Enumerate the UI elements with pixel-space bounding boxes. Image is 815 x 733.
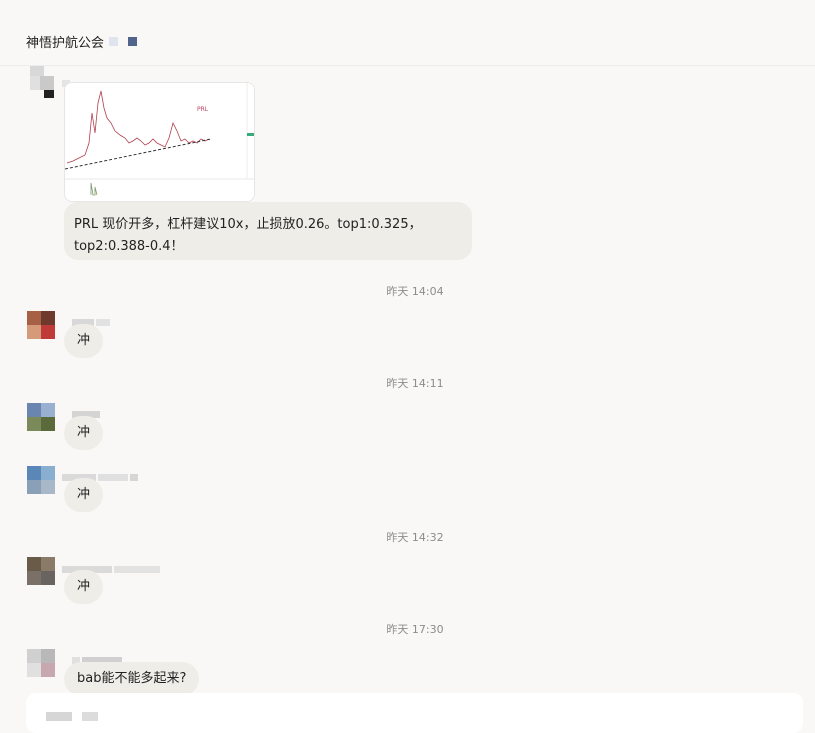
price-marker bbox=[247, 133, 254, 136]
avatar[interactable] bbox=[27, 466, 55, 494]
timestamp: 昨天 14:04 bbox=[386, 285, 444, 298]
avatar[interactable] bbox=[30, 66, 58, 98]
chart-image-attachment[interactable]: PRL bbox=[64, 82, 255, 202]
price-chart-thumbnail: PRL bbox=[65, 83, 254, 201]
avatar[interactable] bbox=[27, 649, 55, 677]
sender-name-blurred bbox=[72, 649, 124, 664]
sender-name-blurred bbox=[62, 72, 72, 87]
composer-blurred-content bbox=[82, 712, 98, 721]
sender-name-blurred bbox=[62, 558, 162, 573]
message-text: 冲 bbox=[77, 487, 91, 502]
avatar[interactable] bbox=[27, 403, 55, 431]
timestamp: 昨天 17:30 bbox=[386, 623, 444, 636]
message-text: 冲 bbox=[77, 579, 91, 594]
sender-name-blurred bbox=[72, 311, 112, 326]
chart-background bbox=[65, 83, 254, 201]
message-text-line2: top2:0.388-0.4！ bbox=[74, 239, 184, 254]
composer-blurred-content bbox=[46, 712, 72, 721]
group-badge-icon bbox=[128, 37, 137, 46]
message-text: bab能不能多起来? bbox=[77, 671, 187, 686]
message-text: 冲 bbox=[77, 333, 91, 348]
message-bubble[interactable]: bab能不能多起来? bbox=[64, 662, 200, 696]
message-bubble[interactable]: 冲 bbox=[64, 478, 104, 512]
timestamp: 昨天 14:11 bbox=[386, 377, 444, 390]
message-text: PRL 现价开多，杠杆建议10x，止损放0.26。top1:0.325， bbox=[74, 217, 422, 232]
group-title: 神悟护航公会 bbox=[26, 36, 105, 51]
message-bubble[interactable]: 冲 bbox=[64, 416, 104, 450]
message-bubble[interactable]: 冲 bbox=[64, 324, 104, 358]
chat-header: 神悟护航公会 bbox=[0, 8, 815, 66]
message-bubble[interactable]: 冲 bbox=[64, 570, 104, 604]
avatar[interactable] bbox=[27, 311, 55, 339]
message-text: 冲 bbox=[77, 425, 91, 440]
chart-symbol-label: PRL bbox=[197, 106, 209, 113]
sender-name-blurred bbox=[62, 466, 140, 481]
message-bubble[interactable]: PRL 现价开多，杠杆建议10x，止损放0.26。top1:0.325， top… bbox=[64, 202, 472, 260]
sender-name-blurred bbox=[72, 403, 102, 418]
group-tag-blurred bbox=[109, 37, 118, 46]
message-composer[interactable] bbox=[26, 693, 803, 733]
avatar[interactable] bbox=[27, 557, 55, 585]
timestamp: 昨天 14:32 bbox=[386, 531, 444, 544]
